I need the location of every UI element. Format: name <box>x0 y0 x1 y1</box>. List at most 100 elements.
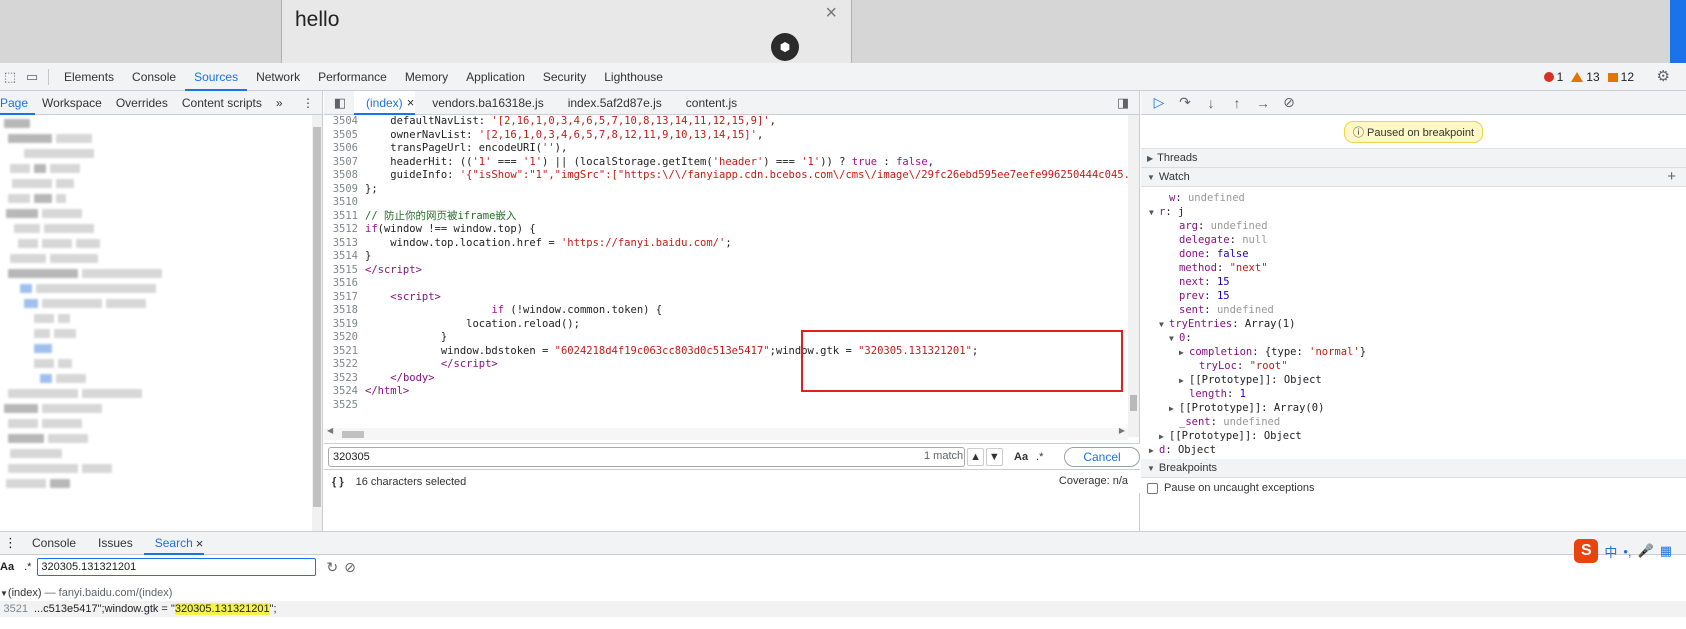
step-icon[interactable]: → <box>1255 95 1271 111</box>
code-text[interactable]: transPageUrl: encodeURI(''), <box>365 142 567 156</box>
line-number[interactable]: 3524 <box>324 385 365 399</box>
line-number[interactable]: 3523 <box>324 372 365 386</box>
code-line[interactable]: 3518 if (!window.common.token) { <box>324 304 1128 318</box>
tree-item[interactable] <box>0 266 312 280</box>
code-line[interactable]: 3514} <box>324 250 1128 264</box>
more-tabs-icon[interactable]: » <box>269 91 290 115</box>
tree-item[interactable] <box>0 341 312 355</box>
search-input[interactable] <box>37 558 317 576</box>
file-tree[interactable] <box>0 115 312 531</box>
code-line[interactable]: 3517 <script> <box>324 291 1128 305</box>
tree-item[interactable] <box>0 206 312 220</box>
pause-on-uncaught-checkbox[interactable]: Pause on uncaught exceptions <box>1141 478 1686 498</box>
line-number[interactable]: 3509 <box>324 183 365 197</box>
scroll-thumb[interactable] <box>342 431 364 438</box>
tree-item[interactable] <box>0 416 312 430</box>
watch-row[interactable]: ▼ tryEntries: Array(1) <box>1141 317 1686 331</box>
code-line[interactable]: 3506 transPageUrl: encodeURI(''), <box>324 142 1128 156</box>
tree-item[interactable] <box>0 221 312 235</box>
tree-item[interactable] <box>0 131 312 145</box>
editor-tab-index-5af2d87e-js[interactable]: index.5af2d87e.js <box>556 91 674 115</box>
code-text[interactable]: </html> <box>365 385 409 399</box>
code-line[interactable]: 3519 location.reload(); <box>324 318 1128 332</box>
code-text[interactable]: defaultNavList: '[2,16,1,0,3,4,6,5,7,10,… <box>365 115 776 129</box>
watch-row[interactable]: ▶ d: Object <box>1141 443 1686 457</box>
refresh-icon[interactable]: ↻ <box>326 559 338 576</box>
line-number[interactable]: 3507 <box>324 156 365 170</box>
editor-tab-index[interactable]: (index) <box>354 90 415 115</box>
watch-row[interactable]: method: "next" <box>1141 261 1686 275</box>
tree-item[interactable] <box>0 296 312 310</box>
drawer-tab-issues[interactable]: Issues <box>87 532 144 555</box>
tree-item[interactable] <box>0 146 312 160</box>
scroll-thumb[interactable] <box>1130 395 1137 411</box>
ime-logo-icon[interactable]: S <box>1574 539 1599 563</box>
breakpoints-section-header[interactable]: ▼ Breakpoints <box>1141 459 1686 478</box>
code-text[interactable]: if(window !== window.top) { <box>365 223 536 237</box>
threads-section-header[interactable]: ▶ Threads <box>1141 149 1686 168</box>
chevron-right-icon[interactable]: ▶ <box>1169 402 1179 416</box>
watch-row[interactable]: prev: 15 <box>1141 289 1686 303</box>
line-number[interactable]: 3515 <box>324 264 365 278</box>
chevron-right-icon[interactable]: ▶ <box>1149 444 1159 458</box>
line-number[interactable]: 3518 <box>324 304 365 318</box>
drawer-menu-icon[interactable]: ⋮ <box>0 535 21 551</box>
code-text[interactable]: location.reload(); <box>365 318 580 332</box>
chevron-right-icon[interactable]: ▶ <box>1179 346 1189 360</box>
chevron-down-icon[interactable]: ▼ <box>1169 332 1179 346</box>
match-case-button[interactable]: Aa <box>0 561 14 573</box>
drawer-tab-console[interactable]: Console <box>21 532 87 555</box>
tree-item[interactable] <box>0 431 312 445</box>
info-count[interactable]: 12 <box>1607 70 1634 84</box>
warning-count[interactable]: 13 <box>1571 70 1600 84</box>
device-toolbar-icon[interactable]: ▭ <box>22 67 42 87</box>
line-number[interactable]: 3510 <box>324 196 365 210</box>
tab-memory[interactable]: Memory <box>396 63 457 91</box>
drawer-tab-search[interactable]: Search <box>143 532 204 555</box>
scroll-thumb[interactable] <box>313 127 321 507</box>
editor-tab-vendors-ba16318e-js[interactable]: vendors.ba16318e.js <box>420 91 555 115</box>
code-text[interactable]: // 防止你的网页被iframe嵌入 <box>365 210 516 224</box>
toggle-debugger-icon[interactable]: ◨ <box>1113 93 1133 113</box>
code-text[interactable]: headerHit: (('1' === '1') || (localStora… <box>365 156 934 170</box>
navigator-tab-workspace[interactable]: Workspace <box>35 91 109 115</box>
tree-item[interactable] <box>0 176 312 190</box>
tree-item[interactable] <box>0 356 312 370</box>
code-text[interactable]: ownerNavList: '[2,16,1,0,3,4,6,5,7,8,12,… <box>365 129 763 143</box>
close-tab-icon[interactable]: × <box>407 91 415 115</box>
code-text[interactable]: </body> <box>365 372 434 386</box>
watch-row[interactable]: ▼ r: j <box>1141 205 1686 219</box>
tree-item[interactable] <box>0 401 312 415</box>
watch-row[interactable]: delegate: null <box>1141 233 1686 247</box>
keyboard-icon[interactable]: ▦ <box>1660 543 1672 559</box>
code-text[interactable]: } <box>365 331 447 345</box>
line-number[interactable]: 3516 <box>324 277 365 291</box>
tree-item[interactable] <box>0 116 312 130</box>
regex-button[interactable]: .* <box>1031 448 1048 466</box>
watch-row[interactable]: w: undefined <box>1141 191 1686 205</box>
tab-elements[interactable]: Elements <box>55 63 123 91</box>
watch-row[interactable]: ▶ [[Prototype]]: Object <box>1141 373 1686 387</box>
close-tab-icon[interactable]: × <box>196 532 204 555</box>
horizontal-scrollbar[interactable]: ◀ ▶ <box>324 426 1128 440</box>
tab-application[interactable]: Application <box>457 63 534 91</box>
watch-row[interactable]: ▶ completion: {type: 'normal'} <box>1141 345 1686 359</box>
clear-icon[interactable]: ⊘ <box>344 559 356 576</box>
chevron-right-icon[interactable]: ▶ <box>1179 374 1189 388</box>
step-into-icon[interactable]: ↓ <box>1203 95 1219 111</box>
chevron-right-icon[interactable]: ▶ <box>1159 430 1169 444</box>
find-input[interactable] <box>328 446 966 467</box>
watch-row[interactable]: done: false <box>1141 247 1686 261</box>
watch-row[interactable]: ▶ [[Prototype]]: Array(0) <box>1141 401 1686 415</box>
navigator-tab-content-scripts[interactable]: Content scripts <box>175 91 269 115</box>
code-text[interactable]: </script> <box>365 264 422 278</box>
line-number[interactable]: 3514 <box>324 250 365 264</box>
code-line[interactable]: 3513 window.top.location.href = 'https:/… <box>324 237 1128 251</box>
scroll-right-icon[interactable]: ▶ <box>1119 426 1125 435</box>
watch-row[interactable]: ▶ [[Prototype]]: Object <box>1141 429 1686 443</box>
regex-button[interactable]: .* <box>24 561 31 573</box>
coverage-status[interactable]: Coverage: n/a <box>1059 475 1128 487</box>
tab-performance[interactable]: Performance <box>309 63 396 91</box>
pretty-print-icon[interactable]: { } <box>332 476 344 488</box>
chevron-down-icon[interactable]: ▼ <box>985 447 1003 466</box>
